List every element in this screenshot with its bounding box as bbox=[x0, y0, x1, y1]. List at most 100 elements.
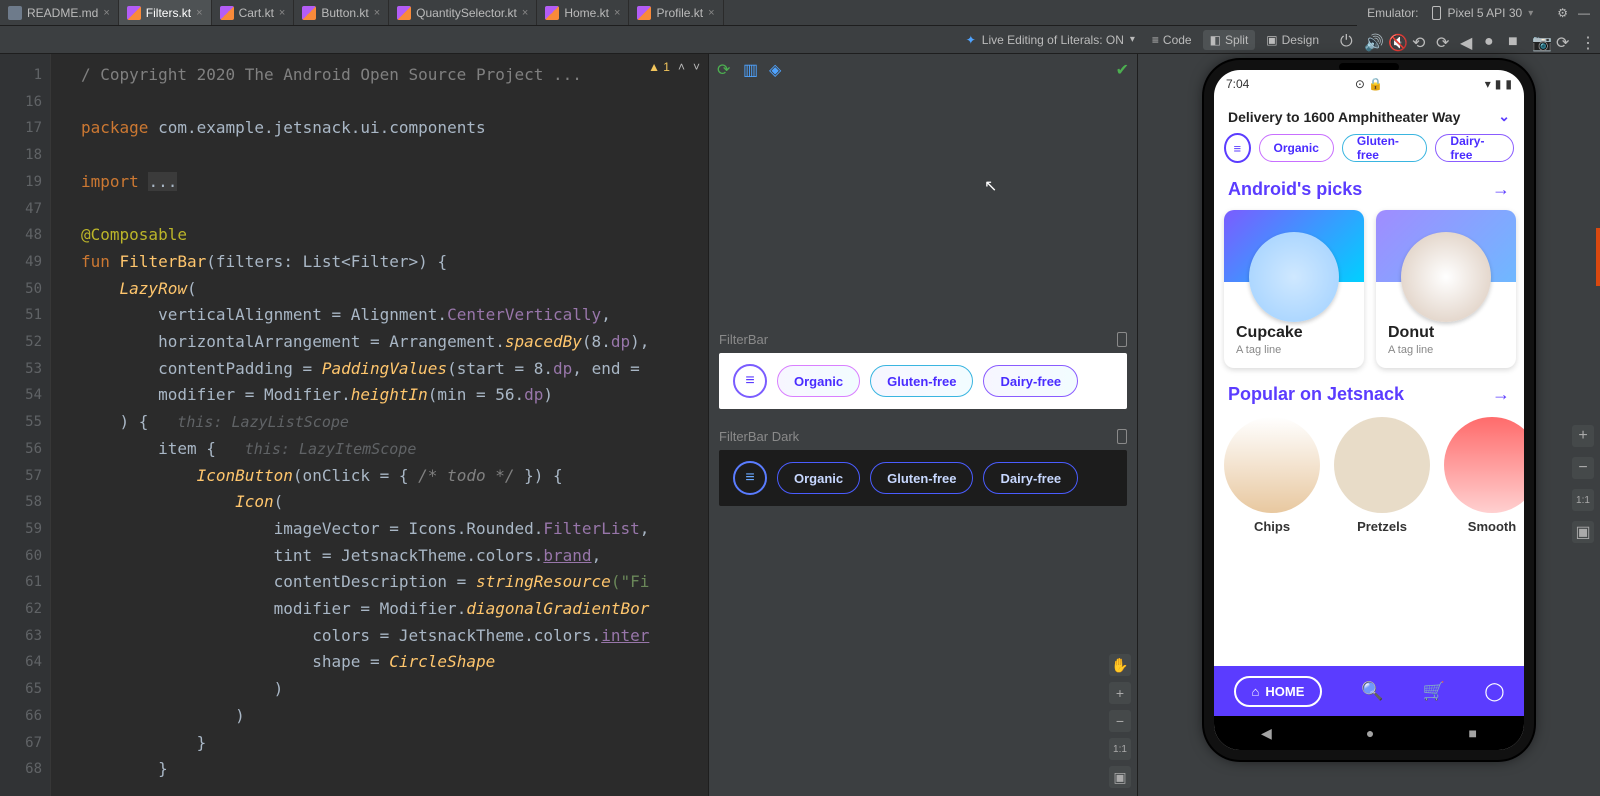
arrow-right-icon[interactable]: → bbox=[1492, 384, 1510, 405]
filter-icon[interactable]: ≡ bbox=[733, 364, 767, 398]
chip-glutenfree[interactable]: Gluten-free bbox=[1342, 134, 1428, 162]
device-frame-icon[interactable] bbox=[1117, 332, 1127, 347]
view-design-button[interactable]: ▣Design bbox=[1259, 30, 1326, 50]
chip-glutenfree[interactable]: Gluten-free bbox=[870, 462, 973, 494]
app-filter-bar: ≡ Organic Gluten-free Dairy-free bbox=[1214, 133, 1524, 173]
preview-zoom-controls: ✋ + − 1:1 ▣ bbox=[1109, 654, 1131, 788]
device-frame-icon[interactable] bbox=[1117, 429, 1127, 444]
pan-icon[interactable]: ✋ bbox=[1109, 654, 1131, 676]
filter-icon[interactable]: ≡ bbox=[733, 461, 767, 495]
layers-icon[interactable]: ◈ bbox=[769, 60, 785, 76]
nav-search[interactable]: 🔍 bbox=[1361, 681, 1383, 702]
chip-glutenfree[interactable]: Gluten-free bbox=[870, 365, 973, 397]
code-editor[interactable]: 1161718194748495051525354555657585960616… bbox=[0, 54, 708, 796]
card-cupcake[interactable]: CupcakeA tag line bbox=[1224, 210, 1364, 368]
zoom-reset-button[interactable]: 1:1 bbox=[1109, 738, 1131, 760]
fit-icon[interactable]: ▣ bbox=[1109, 766, 1131, 788]
close-icon[interactable]: × bbox=[522, 7, 528, 19]
profile-icon: ◯ bbox=[1484, 681, 1504, 702]
section-popular: Popular on Jetsnack → bbox=[1214, 378, 1524, 411]
emulator-zoom-controls: + − 1:1 ▣ bbox=[1572, 425, 1594, 543]
tab-cart[interactable]: Cart.kt× bbox=[212, 0, 295, 25]
preview-dark-label: FilterBar Dark bbox=[709, 429, 1137, 444]
stack-icon[interactable]: ▥ bbox=[743, 60, 759, 76]
chevron-down-icon[interactable]: ⌄ bbox=[1498, 108, 1510, 125]
zoom-out-button[interactable]: − bbox=[1572, 457, 1594, 479]
chip-dairyfree[interactable]: Dairy-free bbox=[983, 462, 1078, 494]
view-code-button[interactable]: ≡Code bbox=[1145, 30, 1199, 50]
minimize-icon[interactable]: — bbox=[1578, 6, 1590, 20]
preview-toolbar: ⟳ ▥ ◈ bbox=[717, 60, 785, 76]
zoom-in-button[interactable]: + bbox=[1109, 682, 1131, 704]
live-editing-toggle[interactable]: ✦ Live Editing of Literals: ON ▾ bbox=[966, 33, 1135, 47]
overview-icon[interactable]: ■ bbox=[1468, 725, 1476, 741]
code-area[interactable]: / Copyright 2020 The Android Open Source… bbox=[50, 54, 708, 796]
gear-icon[interactable]: ⚙ bbox=[1557, 6, 1568, 20]
zoom-out-button[interactable]: − bbox=[1109, 710, 1131, 732]
close-icon[interactable]: × bbox=[279, 7, 285, 19]
chip-dairyfree[interactable]: Dairy-free bbox=[1435, 134, 1514, 162]
filterbar-preview-light[interactable]: ≡ Organic Gluten-free Dairy-free bbox=[719, 353, 1127, 409]
delivery-row[interactable]: Delivery to 1600 Amphitheater Way ⌄ bbox=[1214, 98, 1524, 133]
nav-cart[interactable]: 🛒 bbox=[1423, 681, 1445, 702]
snack-chips[interactable]: Chips bbox=[1224, 417, 1320, 534]
warning-badge[interactable]: ▲ 1 bbox=[648, 60, 670, 74]
volume-down-icon[interactable]: 🔇 bbox=[1388, 33, 1402, 47]
circles-row[interactable]: Chips Pretzels Smooth bbox=[1214, 411, 1524, 540]
device-dropdown[interactable]: Pixel 5 API 30▾ bbox=[1426, 4, 1539, 22]
chevron-up-icon[interactable]: ˄ bbox=[678, 60, 685, 74]
card-donut[interactable]: DonutA tag line bbox=[1376, 210, 1516, 368]
chevron-down-icon[interactable]: ˅ bbox=[693, 60, 700, 74]
camera-icon[interactable]: 📷 bbox=[1532, 33, 1546, 47]
filter-icon[interactable]: ≡ bbox=[1224, 133, 1251, 163]
search-icon: 🔍 bbox=[1361, 681, 1383, 702]
more-icon[interactable]: ⋮ bbox=[1580, 33, 1594, 47]
tab-filters[interactable]: Filters.kt× bbox=[119, 0, 212, 25]
back-icon[interactable]: ◀ bbox=[1460, 33, 1474, 47]
fit-icon[interactable]: ▣ bbox=[1572, 521, 1594, 543]
zoom-in-button[interactable]: + bbox=[1572, 425, 1594, 447]
cursor-icon: ↖ bbox=[984, 176, 997, 196]
close-icon[interactable]: × bbox=[708, 7, 714, 19]
line-gutter: 1161718194748495051525354555657585960616… bbox=[0, 54, 50, 796]
home-nav-icon[interactable]: ● bbox=[1366, 725, 1374, 741]
wifi-icon: ▾ bbox=[1485, 77, 1491, 91]
filterbar-preview-dark[interactable]: ≡ Organic Gluten-free Dairy-free bbox=[719, 450, 1127, 506]
arrow-right-icon[interactable]: → bbox=[1492, 179, 1510, 200]
refresh-icon[interactable]: ⟳ bbox=[1556, 33, 1570, 47]
nav-home[interactable]: ⌂HOME bbox=[1234, 676, 1323, 707]
close-icon[interactable]: × bbox=[103, 7, 109, 19]
accent-indicator bbox=[1596, 228, 1600, 286]
home-nav-icon[interactable]: ● bbox=[1484, 33, 1498, 47]
close-icon[interactable]: × bbox=[374, 7, 380, 19]
chip-organic[interactable]: Organic bbox=[777, 365, 860, 397]
overview-icon[interactable]: ■ bbox=[1508, 33, 1522, 47]
rotate-right-icon[interactable]: ⟳ bbox=[1436, 33, 1450, 47]
zoom-reset-button[interactable]: 1:1 bbox=[1572, 489, 1594, 511]
nav-profile[interactable]: ◯ bbox=[1484, 681, 1504, 702]
back-icon[interactable]: ◀ bbox=[1261, 725, 1272, 742]
tab-home[interactable]: Home.kt× bbox=[537, 0, 629, 25]
view-split-button[interactable]: ◧Split bbox=[1203, 30, 1256, 50]
chip-dairyfree[interactable]: Dairy-free bbox=[983, 365, 1078, 397]
section-title: Popular on Jetsnack bbox=[1228, 384, 1404, 405]
snack-pretzels[interactable]: Pretzels bbox=[1334, 417, 1430, 534]
tab-profile[interactable]: Profile.kt× bbox=[629, 0, 723, 25]
refresh-icon[interactable]: ⟳ bbox=[717, 60, 733, 76]
tab-readme[interactable]: README.md× bbox=[0, 0, 119, 25]
wand-icon: ✦ bbox=[966, 33, 976, 47]
snack-smooth[interactable]: Smooth bbox=[1444, 417, 1524, 534]
tab-quantity[interactable]: QuantitySelector.kt× bbox=[389, 0, 537, 25]
close-icon[interactable]: × bbox=[196, 7, 202, 19]
kotlin-icon bbox=[127, 6, 141, 20]
chip-organic[interactable]: Organic bbox=[1259, 134, 1334, 162]
chip-organic[interactable]: Organic bbox=[777, 462, 860, 494]
power-icon[interactable]: ⏻ bbox=[1340, 33, 1354, 47]
phone-screen[interactable]: 7:04 ⊙ 🔒 ▾▮▮ Delivery to 1600 Amphitheat… bbox=[1214, 70, 1524, 750]
rotate-left-icon[interactable]: ⟲ bbox=[1412, 33, 1426, 47]
close-icon[interactable]: × bbox=[614, 7, 620, 19]
cards-row[interactable]: CupcakeA tag line DonutA tag line bbox=[1214, 206, 1524, 378]
volume-up-icon[interactable]: 🔊 bbox=[1364, 33, 1378, 47]
emulator-pane: 7:04 ⊙ 🔒 ▾▮▮ Delivery to 1600 Amphitheat… bbox=[1138, 54, 1600, 796]
tab-button[interactable]: Button.kt× bbox=[294, 0, 389, 25]
